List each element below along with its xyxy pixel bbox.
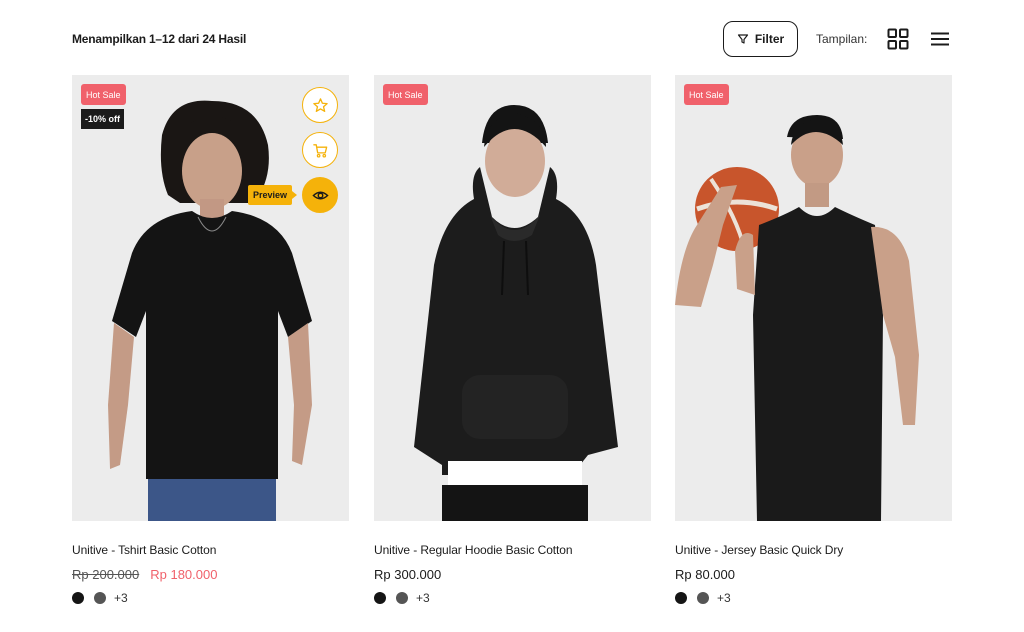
swatch-gray[interactable] bbox=[396, 592, 408, 604]
cart-icon bbox=[312, 143, 327, 158]
jersey-model-image bbox=[675, 75, 952, 521]
wishlist-button[interactable] bbox=[302, 87, 338, 123]
product-image[interactable]: Hot Sale bbox=[374, 75, 651, 521]
hot-sale-badge: Hot Sale bbox=[684, 84, 729, 105]
results-toolbar: Menampilkan 1–12 dari 24 Hasil Filter Ta… bbox=[72, 20, 952, 58]
price: Rp 80.000 bbox=[675, 567, 735, 582]
product-card-hoodie[interactable]: Hot Sale Unitive - Regular Hoodie Basic … bbox=[374, 75, 651, 605]
preview-button[interactable] bbox=[302, 177, 338, 213]
product-card-jersey[interactable]: Hot Sale Unitive - Jersey Basic Quick Dr… bbox=[675, 75, 952, 605]
more-colors[interactable]: +3 bbox=[717, 591, 731, 605]
swatch-gray[interactable] bbox=[697, 592, 709, 604]
result-count: Menampilkan 1–12 dari 24 Hasil bbox=[72, 32, 247, 46]
add-to-cart-button[interactable] bbox=[302, 132, 338, 168]
product-name[interactable]: Unitive - Regular Hoodie Basic Cotton bbox=[374, 543, 651, 557]
product-name[interactable]: Unitive - Jersey Basic Quick Dry bbox=[675, 543, 952, 557]
filter-button[interactable]: Filter bbox=[723, 21, 798, 57]
discount-badge: -10% off bbox=[81, 109, 125, 129]
filter-icon bbox=[737, 34, 748, 44]
swatch-black[interactable] bbox=[374, 592, 386, 604]
original-price: Rp 200.000 bbox=[72, 567, 140, 582]
product-name[interactable]: Unitive - Tshirt Basic Cotton bbox=[72, 543, 349, 557]
product-price: Rp 80.000 bbox=[675, 567, 952, 582]
product-price: Rp 300.000 bbox=[374, 567, 651, 582]
sale-price: Rp 180.000 bbox=[150, 567, 218, 582]
color-swatches: +3 bbox=[374, 591, 651, 605]
product-image[interactable]: Hot Sale bbox=[675, 75, 952, 521]
swatch-black[interactable] bbox=[675, 592, 687, 604]
swatch-gray[interactable] bbox=[94, 592, 106, 604]
view-label: Tampilan: bbox=[816, 32, 868, 46]
color-swatches: +3 bbox=[675, 591, 952, 605]
filter-label: Filter bbox=[754, 32, 785, 46]
hoodie-model-image bbox=[374, 75, 651, 521]
swatch-black[interactable] bbox=[72, 592, 84, 604]
star-icon bbox=[312, 97, 328, 112]
preview-tooltip: Preview bbox=[247, 185, 298, 205]
price: Rp 300.000 bbox=[374, 567, 442, 582]
eye-icon bbox=[311, 190, 329, 200]
grid-view-icon[interactable] bbox=[887, 28, 909, 50]
more-colors[interactable]: +3 bbox=[114, 591, 128, 605]
color-swatches: +3 bbox=[72, 591, 349, 605]
product-price: Rp 200.000 Rp 180.000 bbox=[72, 567, 349, 582]
more-colors[interactable]: +3 bbox=[416, 591, 430, 605]
hot-sale-badge: Hot Sale bbox=[383, 84, 428, 105]
product-card-tshirt[interactable]: Hot Sale -10% off Preview Unitive - Tshi… bbox=[72, 75, 349, 605]
list-view-icon[interactable] bbox=[929, 28, 951, 50]
hot-sale-badge: Hot Sale bbox=[81, 84, 126, 105]
product-image[interactable]: Hot Sale -10% off Preview bbox=[72, 75, 349, 521]
